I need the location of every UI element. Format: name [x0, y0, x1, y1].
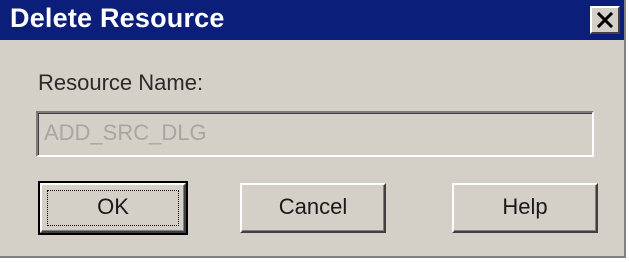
- close-button[interactable]: [590, 6, 620, 34]
- ok-button[interactable]: OK: [38, 181, 188, 235]
- resource-name-field[interactable]: ADD_SRC_DLG: [36, 111, 594, 157]
- resource-name-value: ADD_SRC_DLG: [44, 120, 207, 145]
- dialog-title: Delete Resource: [10, 3, 225, 33]
- help-button-label: Help: [502, 194, 548, 219]
- title-bar[interactable]: Delete Resource: [0, 0, 624, 40]
- cancel-button-label: Cancel: [278, 194, 348, 219]
- ok-button-label: OK: [97, 194, 129, 219]
- delete-resource-dialog: Delete Resource Resource Name: ADD_SRC_D…: [0, 0, 626, 258]
- close-x-icon: [597, 12, 613, 28]
- resource-name-label: Resource Name:: [38, 70, 204, 95]
- cancel-button[interactable]: Cancel: [240, 183, 386, 233]
- help-button[interactable]: Help: [452, 183, 598, 233]
